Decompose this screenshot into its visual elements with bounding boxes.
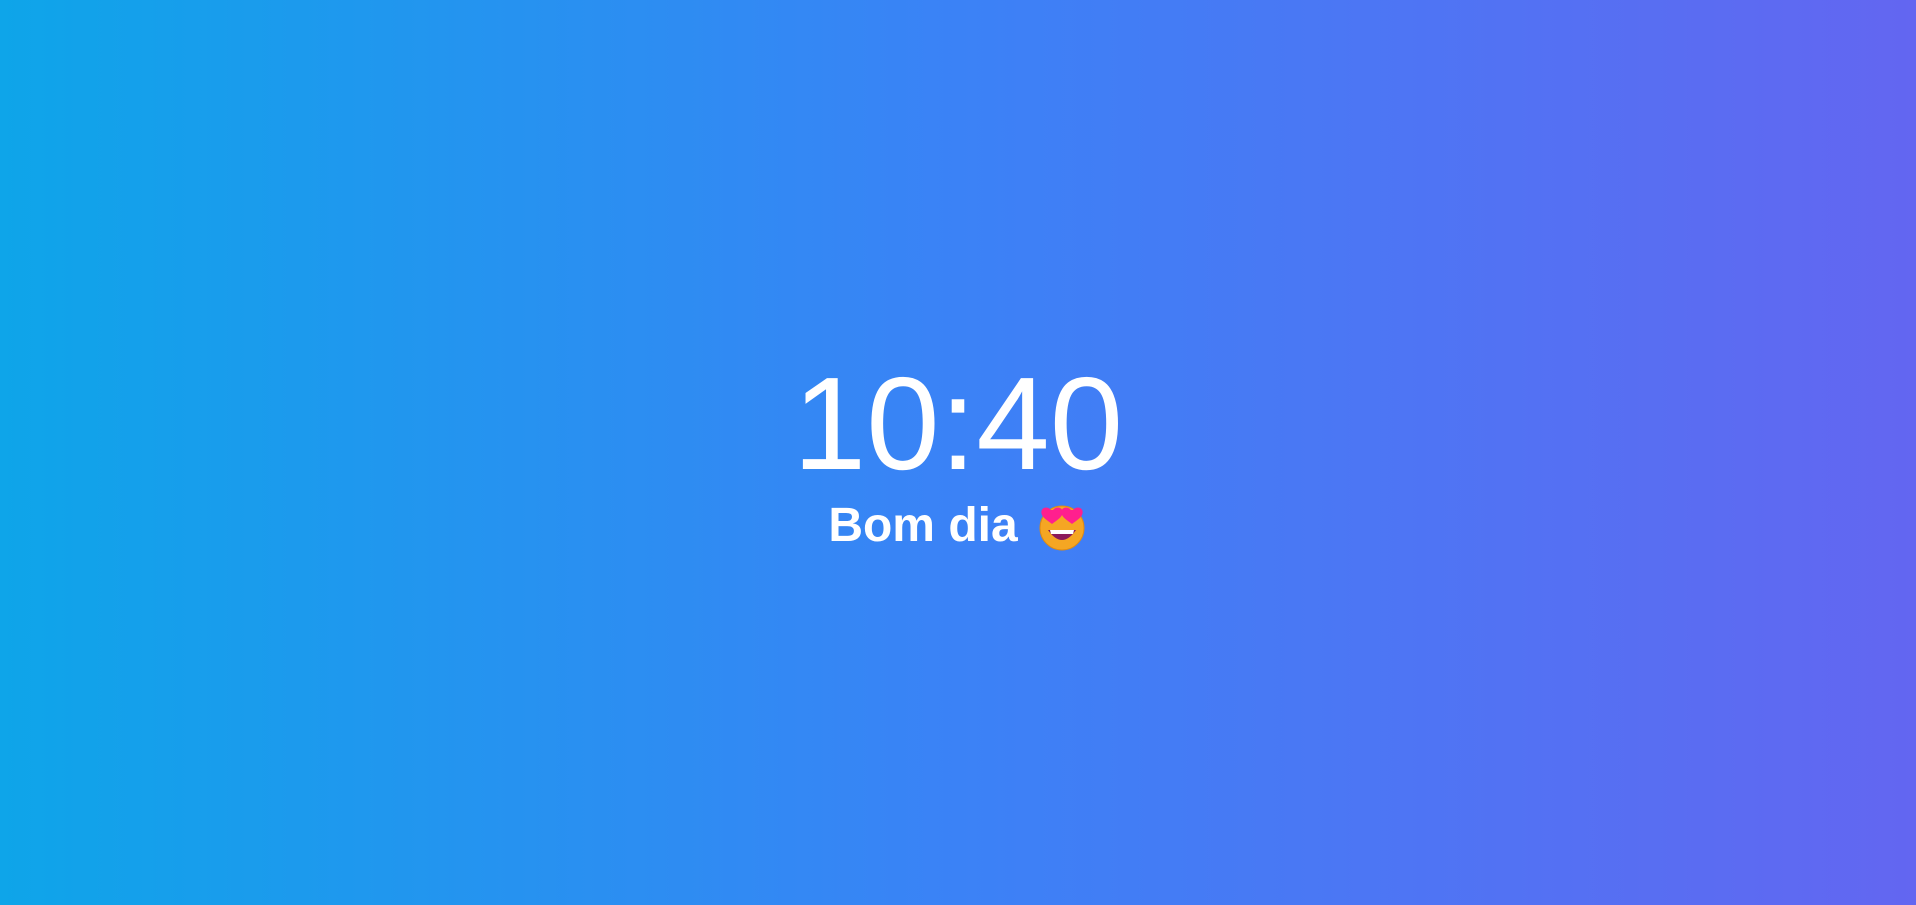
heart-eyes-face-icon: [1039, 505, 1085, 551]
lock-screen-background: 10:40 Bom dia: [0, 0, 1916, 905]
greeting-text: Bom dia: [828, 499, 1018, 552]
clock-time: 10:40: [792, 350, 1124, 497]
clock-widget: 10:40 Bom dia: [0, 358, 1916, 554]
greeting-row: Bom dia: [828, 498, 1087, 554]
